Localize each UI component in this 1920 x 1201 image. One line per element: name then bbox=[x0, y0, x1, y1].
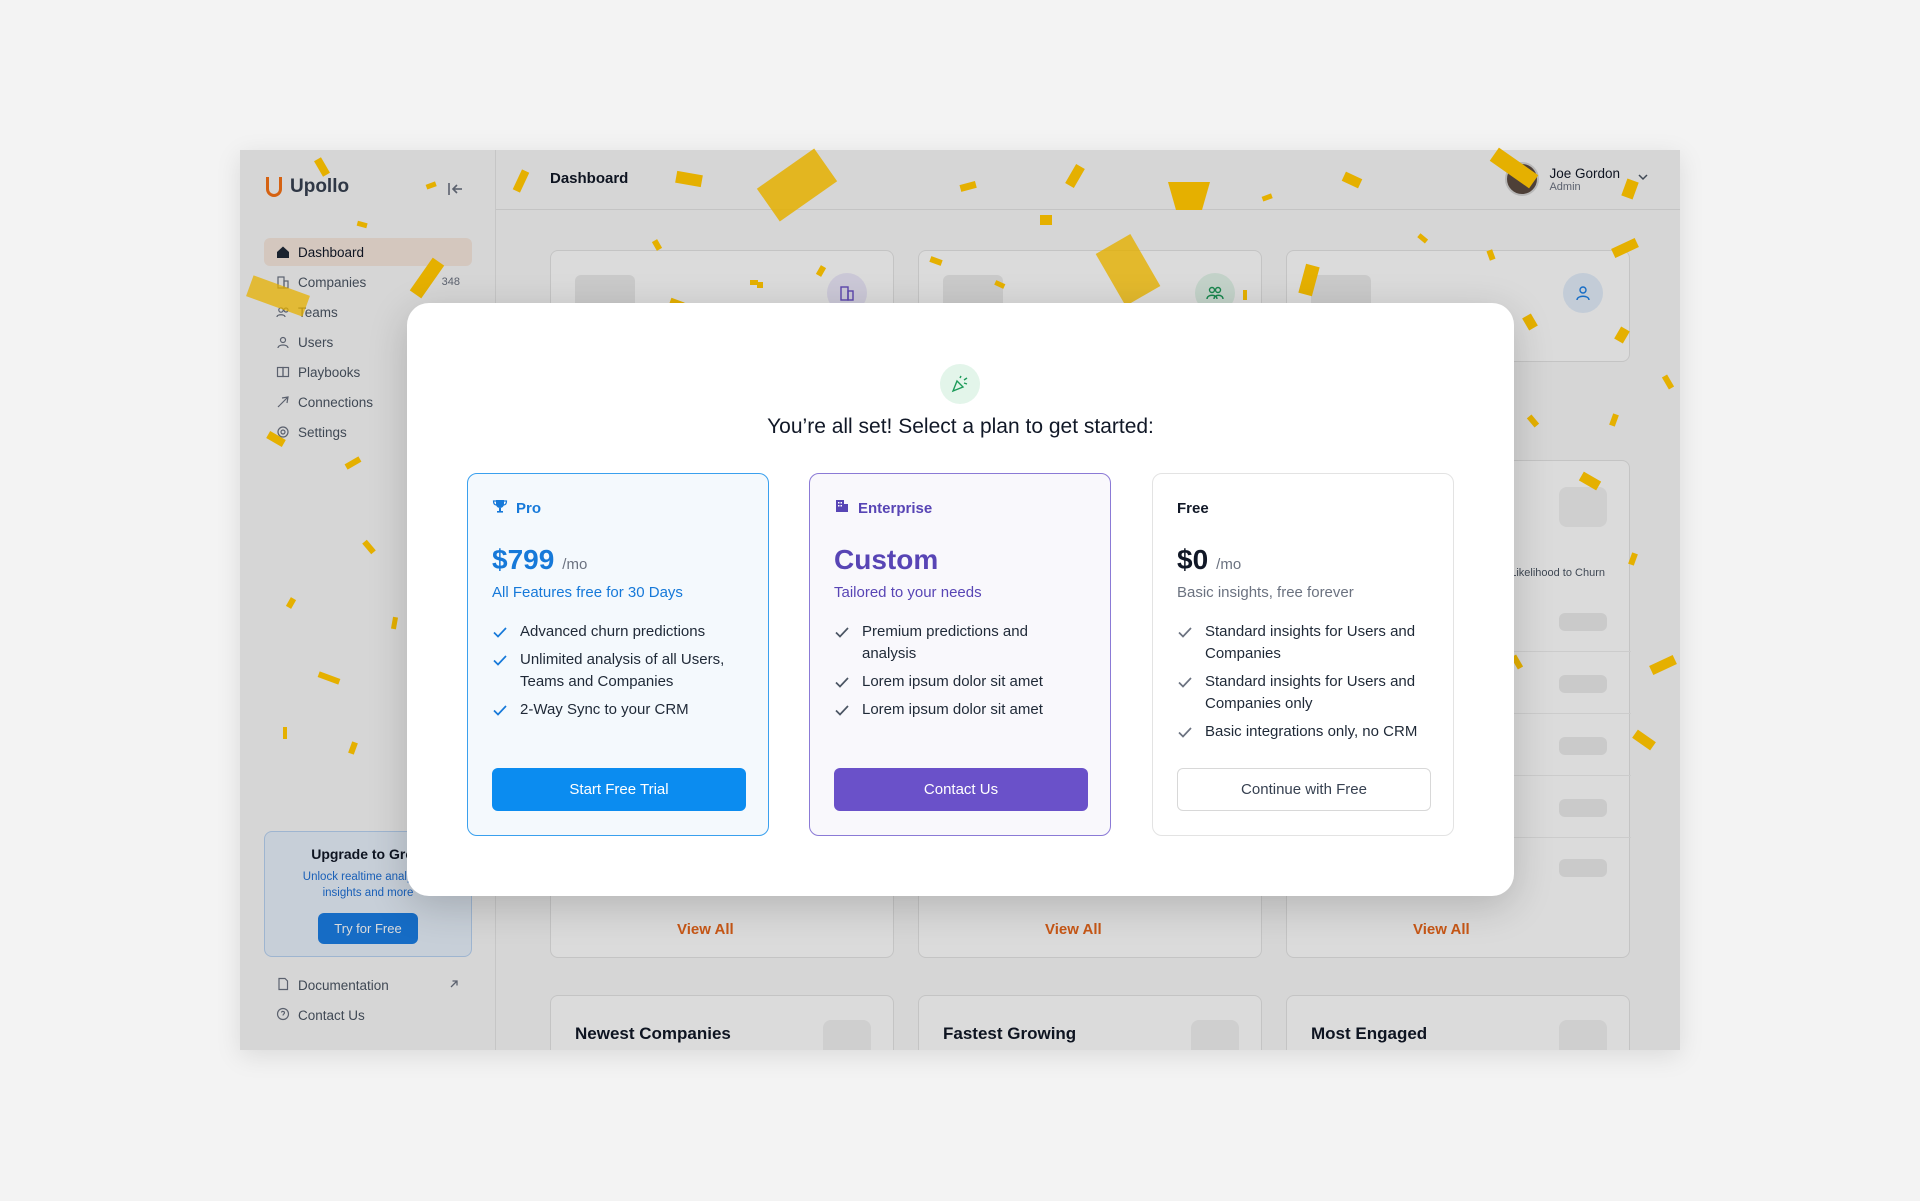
check-icon bbox=[492, 699, 508, 721]
plan-card-free[interactable]: Free $0 /mo Basic insights, free forever… bbox=[1152, 473, 1454, 836]
plan-price: Custom bbox=[834, 544, 939, 575]
feature-item: Lorem ipsum dolor sit amet bbox=[834, 699, 1086, 721]
feature-item: Unlimited analysis of all Users, Teams a… bbox=[492, 649, 744, 693]
check-icon bbox=[492, 649, 508, 671]
feature-item: Advanced churn predictions bbox=[492, 621, 744, 643]
plan-card-pro[interactable]: Pro $799 /mo All Features free for 30 Da… bbox=[467, 473, 769, 836]
plan-period: /mo bbox=[562, 556, 588, 573]
feature-item: Premium predictions and analysis bbox=[834, 621, 1086, 665]
plan-price: $799 bbox=[492, 544, 555, 575]
plan-period: /mo bbox=[1216, 556, 1242, 573]
check-icon bbox=[834, 699, 850, 721]
check-icon bbox=[1177, 621, 1193, 643]
check-icon bbox=[1177, 721, 1193, 743]
check-icon bbox=[1177, 671, 1193, 693]
check-icon bbox=[492, 621, 508, 643]
feature-item: Standard insights for Users and Companie… bbox=[1177, 621, 1429, 665]
check-icon bbox=[834, 621, 850, 643]
plan-subtitle: Basic insights, free forever bbox=[1177, 584, 1354, 601]
feature-text: Advanced churn predictions bbox=[520, 623, 706, 640]
modal-title: You’re all set! Select a plan to get sta… bbox=[767, 415, 1154, 438]
plan-price: $0 bbox=[1177, 544, 1209, 575]
feature-text: 2-Way Sync to your CRM bbox=[520, 701, 689, 718]
plan-name: Free bbox=[1177, 499, 1209, 517]
feature-list: Standard insights for Users and Companie… bbox=[1177, 621, 1429, 743]
plan-selection-modal: You’re all set! Select a plan to get sta… bbox=[407, 303, 1514, 896]
plan-name: Enterprise bbox=[858, 499, 933, 517]
feature-text: Standard insights for Users and Companie… bbox=[1205, 623, 1416, 662]
feature-text: Basic integrations only, no CRM bbox=[1205, 723, 1418, 740]
plan-subtitle: Tailored to your needs bbox=[834, 584, 982, 601]
feature-item: Lorem ipsum dolor sit amet bbox=[834, 671, 1086, 693]
plan-card-enterprise[interactable]: Enterprise Custom Tailored to your needs… bbox=[809, 473, 1111, 836]
check-icon bbox=[834, 671, 850, 693]
feature-text: Lorem ipsum dolor sit amet bbox=[862, 673, 1043, 690]
trophy-icon bbox=[492, 498, 508, 518]
contact-us-button[interactable]: Contact Us bbox=[834, 768, 1088, 811]
feature-text: Lorem ipsum dolor sit amet bbox=[862, 701, 1043, 718]
plan-subtitle: All Features free for 30 Days bbox=[492, 584, 683, 601]
start-free-trial-button[interactable]: Start Free Trial bbox=[492, 768, 746, 811]
feature-text: Standard insights for Users and Companie… bbox=[1205, 673, 1416, 712]
feature-text: Premium predictions and analysis bbox=[862, 623, 1028, 662]
feature-text: Unlimited analysis of all Users, Teams a… bbox=[520, 651, 725, 690]
feature-item: Basic integrations only, no CRM bbox=[1177, 721, 1429, 743]
building-icon bbox=[834, 498, 850, 518]
feature-list: Premium predictions and analysis Lorem i… bbox=[834, 621, 1086, 721]
continue-with-free-button[interactable]: Continue with Free bbox=[1177, 768, 1431, 811]
feature-item: 2-Way Sync to your CRM bbox=[492, 699, 744, 721]
plan-name: Pro bbox=[516, 499, 542, 517]
party-popper-icon bbox=[940, 364, 980, 404]
feature-list: Advanced churn predictions Unlimited ana… bbox=[492, 621, 744, 721]
feature-item: Standard insights for Users and Companie… bbox=[1177, 671, 1429, 715]
